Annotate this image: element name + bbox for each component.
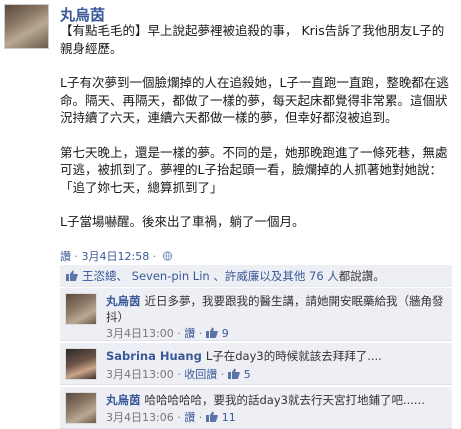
comment-likes-count[interactable]: 9 (222, 327, 229, 340)
post-paragraph: L子有次夢到一個臉爛掉的人在追殺她，L子一直跑一直跑，整晚都在逃命。隔天、再隔天… (60, 75, 449, 125)
commenter-avatar[interactable] (65, 392, 97, 424)
comment-text: 丸烏茵 近日多夢，我要跟我的醫生講，請她開安眠藥給我（牆角發抖） (106, 293, 446, 325)
comment: Sabrina Huang L子在day3的時候就該去拜拜了.... 3月4日13… (60, 343, 452, 385)
comment-timestamp[interactable]: 3月4日13:06 (106, 411, 174, 424)
comment-body: 哈哈哈哈哈，要我的話day3就去行天宮打地鋪了吧...... (144, 393, 425, 407)
comment-like-link[interactable]: 讚 (184, 327, 195, 340)
post-body: 【有點毛毛的】早上說起夢裡被追殺的事， Kris告訴了我他朋友L子的親身經歷。 … (60, 22, 452, 248)
comment-likes-count[interactable]: 5 (244, 368, 251, 381)
separator: · (71, 250, 82, 263)
comment-like-link[interactable]: 讚 (184, 411, 195, 424)
post-timestamp[interactable]: 3月4日12:58 (82, 250, 150, 263)
comment-meta: 3月4日13:00 · 收回讚 · 5 (106, 368, 251, 381)
globe-icon[interactable] (162, 251, 173, 261)
post-meta: 讚 · 3月4日12:58 · (60, 248, 173, 264)
comment-timestamp[interactable]: 3月4日13:00 (106, 327, 174, 340)
author-avatar[interactable] (4, 4, 49, 49)
likers-others[interactable]: 76 人 (309, 269, 339, 283)
post-paragraph: 【有點毛毛的】早上說起夢裡被追殺的事， Kris告訴了我他朋友L子的親身經歷。 (60, 23, 445, 56)
comment: 丸烏茵 近日多夢，我要跟我的醫生講，請她開安眠藥給我（牆角發抖） 3月4日13:0… (60, 288, 452, 341)
commenter-name[interactable]: 丸烏茵 (106, 393, 141, 407)
likes-suffix: 都說讚。 (338, 269, 385, 283)
thumbs-up-icon (66, 270, 78, 281)
comment-meta: 3月4日13:06 · 讚 · 11 (106, 411, 236, 424)
comment-likes-count[interactable]: 11 (222, 411, 236, 424)
commenter-avatar[interactable] (65, 293, 97, 325)
commenter-name[interactable]: Sabrina Huang (106, 349, 202, 363)
comment-body: 近日多夢，我要跟我的醫生講，請她開安眠藥給我（牆角發抖） (106, 294, 444, 324)
comment-body: L子在day3的時候就該去拜拜了.... (205, 349, 382, 363)
thumbs-up-icon (205, 411, 218, 422)
thumbs-up-icon (227, 368, 240, 379)
comment-timestamp[interactable]: 3月4日13:00 (106, 368, 174, 381)
comment-meta: 3月4日13:00 · 讚 · 9 (106, 327, 229, 340)
thumbs-up-icon (205, 327, 218, 338)
comment-unlike-link[interactable]: 收回讚 (184, 368, 217, 381)
like-link[interactable]: 讚 (60, 250, 71, 263)
commenter-name[interactable]: 丸烏茵 (106, 294, 141, 308)
comment-text: Sabrina Huang L子在day3的時候就該去拜拜了.... (106, 348, 446, 364)
comment: 丸烏茵 哈哈哈哈哈，要我的話day3就去行天宮打地鋪了吧...... 3月4日13… (60, 387, 452, 429)
commenter-avatar[interactable] (65, 348, 97, 380)
post-paragraph: 第七天晚上，還是一樣的夢。不同的是，她那晚跑進了一條死巷，無處可逃，被抓到了。夢… (60, 144, 448, 195)
likers-names[interactable]: 王恣總、 Seven-pin Lin 、許威廉以及其他 (82, 269, 305, 283)
likes-summary: 王恣總、 Seven-pin Lin 、許威廉以及其他 76 人都說讚。 (60, 265, 452, 287)
separator: · (149, 250, 160, 263)
comment-text: 丸烏茵 哈哈哈哈哈，要我的話day3就去行天宮打地鋪了吧...... (106, 392, 446, 408)
post-paragraph: L子當場嚇醒。後來出了車禍，躺了一個月。 (60, 214, 305, 229)
